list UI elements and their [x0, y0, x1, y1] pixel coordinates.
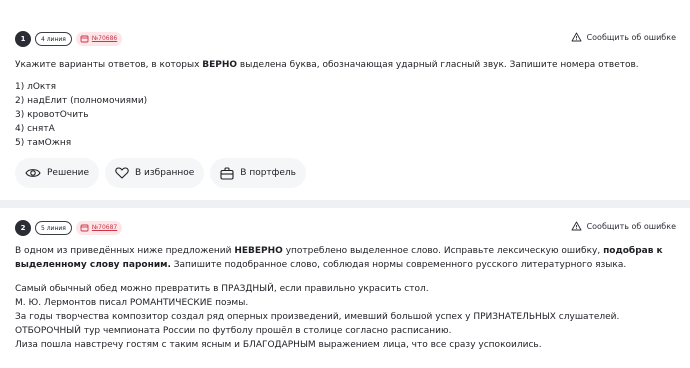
report-error-label: Сообщить об ошибке	[586, 32, 676, 42]
question-text: Укажите варианты ответов, в которых	[15, 60, 203, 70]
question-text: Запишите подобранное слово, соблюдая нор…	[170, 260, 627, 270]
solution-label: Решение	[47, 168, 90, 178]
question-text: В одном из приведённых ниже предложений	[15, 246, 235, 256]
task-question: Укажите варианты ответов, в которых ВЕРН…	[15, 58, 676, 72]
task-number-badge: 2	[15, 220, 31, 236]
task-id-text: №70687	[91, 224, 118, 231]
task-question: В одном из приведённых ниже предложений …	[15, 244, 676, 272]
option-item: М. Ю. Лермонтов писал РОМАНТИЧЕСКИЕ поэм…	[15, 298, 249, 308]
report-error-link[interactable]: Сообщить об ошибке	[571, 32, 676, 42]
option-item: ОТБОРОЧНЫЙ тур чемпионата России по футб…	[15, 326, 452, 336]
task-line-tag[interactable]: 4 линия	[35, 32, 72, 46]
task-id-link[interactable]: №70687	[75, 221, 123, 235]
task-meta: 1 4 линия №70686	[15, 31, 123, 47]
task-number-badge: 1	[15, 31, 31, 47]
portfolio-label: В портфель	[240, 168, 296, 178]
task-meta: 2 5 линия №70687	[15, 220, 123, 236]
box-icon	[80, 35, 89, 43]
question-emphasis: НЕВЕРНО	[234, 246, 283, 256]
task-card-1: 1 4 линия №70686 Сообщить об ошибке Укаж…	[0, 0, 690, 200]
question-text: выделена буква, обозначающая ударный гла…	[237, 60, 639, 70]
option-item: 4) снятА	[15, 124, 55, 134]
option-item: Самый обычный обед можно превратить в ПР…	[15, 284, 429, 294]
heart-icon	[115, 167, 129, 179]
box-icon	[80, 224, 89, 232]
task-line-tag[interactable]: 5 линия	[35, 221, 72, 235]
report-error-label: Сообщить об ошибке	[586, 221, 676, 231]
option-item: 2) надЕлит (полномочиями)	[15, 96, 148, 106]
favorite-label: В избранное	[135, 168, 195, 178]
task-options: Самый обычный обед можно превратить в ПР…	[15, 282, 676, 352]
favorite-button[interactable]: В избранное	[105, 158, 205, 188]
option-item: 5) тамОжня	[15, 138, 72, 148]
question-emphasis: ВЕРНО	[202, 60, 238, 70]
warning-icon	[571, 32, 582, 42]
task-options: 1) лОктя 2) надЕлит (полномочиями) 3) кр…	[15, 80, 676, 150]
task-id-link[interactable]: №70686	[75, 32, 123, 46]
task-id-text: №70686	[91, 35, 118, 42]
report-error-link[interactable]: Сообщить об ошибке	[571, 221, 676, 231]
option-item: За годы творчества композитор создал ряд…	[15, 312, 620, 322]
option-item: 1) лОктя	[15, 82, 57, 92]
portfolio-button[interactable]: В портфель	[210, 158, 306, 188]
eye-icon	[25, 169, 41, 177]
warning-icon	[571, 221, 582, 231]
solution-button[interactable]: Решение	[15, 158, 100, 188]
question-text: употреблено выделенное слово. Исправьте …	[282, 246, 604, 256]
option-item: 3) кровотОчить	[15, 110, 89, 120]
option-item: Лиза пошла навстречу гостям с таким ясны…	[15, 340, 542, 350]
briefcase-icon	[220, 166, 234, 180]
task-card-2: 2 5 линия №70687 Сообщить об ошибке В од…	[0, 208, 690, 368]
task-actions: Решение В избранное В портфель	[15, 158, 306, 188]
